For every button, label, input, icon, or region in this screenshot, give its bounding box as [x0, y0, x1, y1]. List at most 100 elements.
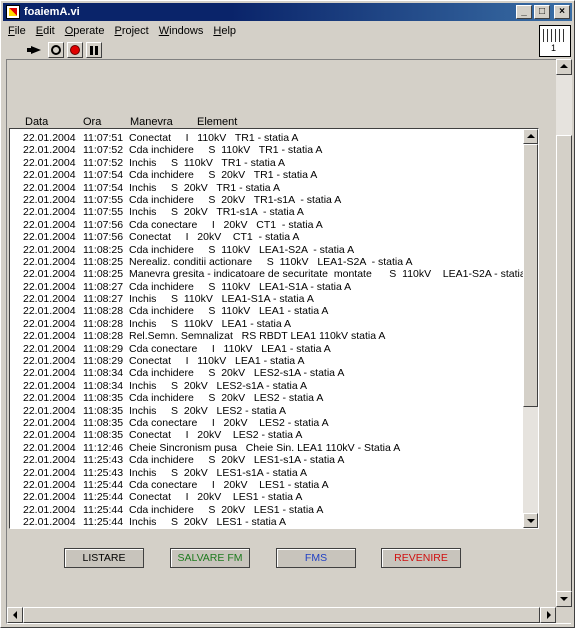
log-row[interactable]: 22.01.2004 11:08:27 Cda inchidere S 110kV … — [23, 281, 523, 293]
log-text: Inchis S 20kV LES1 - statia A — [129, 516, 286, 529]
log-date: 22.01.2004 — [23, 305, 76, 318]
log-date: 22.01.2004 — [23, 367, 76, 380]
log-row[interactable]: 22.01.2004 11:25:44 Inchis S 20kV LES1 - s… — [23, 516, 523, 528]
window-scroll-right-button[interactable] — [540, 607, 556, 623]
log-time: 11:08:27 — [83, 293, 124, 306]
log-row[interactable]: 22.01.2004 11:08:34 Inchis S 20kV LES2-s1A… — [23, 380, 523, 392]
pause-icon[interactable] — [86, 41, 102, 58]
window-vertical-scrollbar[interactable] — [556, 59, 572, 607]
log-time: 11:25:43 — [83, 454, 124, 467]
log-text: Cda conectare I 20kV LES2 - statia A — [129, 416, 329, 429]
title-bar[interactable]: foaiemA.vi _ □ × — [3, 3, 572, 21]
log-row[interactable]: 22.01.2004 11:07:52 Inchis S 110kV TR1 - s… — [23, 157, 523, 169]
log-time: 11:25:44 — [83, 478, 124, 491]
menu-edit[interactable]: Edit — [31, 25, 60, 37]
maximize-button[interactable]: □ — [534, 5, 550, 19]
log-date: 22.01.2004 — [23, 243, 76, 256]
log-row[interactable]: 22.01.2004 11:08:35 Conectat I 20kV LES2 -… — [23, 429, 523, 441]
vi-connector-icon[interactable]: 1 — [539, 25, 571, 57]
log-row[interactable]: 22.01.2004 11:08:35 Inchis S 20kV LES2 - s… — [23, 405, 523, 417]
log-date: 22.01.2004 — [23, 491, 76, 504]
run-continuously-icon[interactable] — [48, 41, 64, 58]
log-row[interactable]: 22.01.2004 11:07:54 Cda inchidere S 20kV T… — [23, 169, 523, 181]
run-arrow-icon[interactable] — [27, 42, 45, 58]
log-date: 22.01.2004 — [23, 429, 76, 442]
log-row[interactable]: 22.01.2004 11:25:44 Cda conectare I 20kV L… — [23, 479, 523, 491]
log-date: 22.01.2004 — [23, 206, 76, 219]
log-row[interactable]: 22.01.2004 11:08:34 Cda inchidere S 20kV L… — [23, 367, 523, 379]
log-time: 11:08:34 — [83, 379, 124, 392]
log-date: 22.01.2004 — [23, 231, 76, 244]
log-row[interactable]: 22.01.2004 11:07:55 Cda inchidere S 20kV T… — [23, 194, 523, 206]
window-scroll-left-button[interactable] — [7, 607, 23, 623]
log-row[interactable]: 22.01.2004 11:25:44 Cda inchidere S 20kV L… — [23, 504, 523, 516]
vi-icon-label: 1 — [551, 43, 557, 53]
log-time: 11:08:28 — [83, 330, 124, 343]
log-text: Conectat I 20kV LES1 - statia A — [129, 491, 303, 504]
log-row[interactable]: 22.01.2004 11:08:27 Inchis S 110kV LEA1-S1… — [23, 293, 523, 305]
log-row[interactable]: 22.01.2004 11:08:25 Nerealiz. conditii act… — [23, 256, 523, 268]
header-manevra: Manevra — [130, 116, 173, 128]
log-time: 11:07:54 — [83, 181, 124, 194]
log-row[interactable]: 22.01.2004 11:25:43 Inchis S 20kV LES1-s1A… — [23, 467, 523, 479]
log-text: Cda conectare I 20kV LES1 - statia A — [129, 478, 329, 491]
log-date: 22.01.2004 — [23, 181, 76, 194]
log-row[interactable]: 22.01.2004 11:07:56 Cda conectare I 20kV C… — [23, 219, 523, 231]
log-scrollbar[interactable] — [523, 129, 538, 528]
menu-file[interactable]: File — [3, 25, 31, 37]
scroll-thumb[interactable] — [523, 144, 538, 407]
menu-operate[interactable]: Operate — [60, 25, 110, 37]
window-scroll-thumb[interactable] — [556, 135, 572, 607]
log-text: Inchis S 20kV TR1 - statia A — [129, 181, 280, 194]
log-date: 22.01.2004 — [23, 268, 76, 281]
log-time: 11:07:56 — [83, 231, 124, 244]
log-row[interactable]: 22.01.2004 11:08:28 Rel.Semn. Semnalizat R… — [23, 330, 523, 342]
log-row[interactable]: 22.01.2004 11:25:43 Cda inchidere S 20kV L… — [23, 454, 523, 466]
log-row[interactable]: 22.01.2004 11:07:55 Inchis S 20kV TR1-s1A … — [23, 206, 523, 218]
scroll-down-button[interactable] — [523, 513, 538, 528]
window-horizontal-scrollbar[interactable] — [7, 607, 556, 623]
log-row[interactable]: 22.01.2004 11:07:52 Cda inchidere S 110kV … — [23, 144, 523, 156]
menu-windows[interactable]: Windows — [154, 25, 209, 37]
log-row[interactable]: 22.01.2004 11:08:25 Manevra gresita - indi… — [23, 268, 535, 281]
event-log-listbox[interactable]: 22.01.2004 11:07:51 Conectat I 110kV TR1 -… — [9, 128, 539, 529]
salvare-fm-button[interactable]: SALVARE FM — [170, 548, 250, 568]
log-row[interactable]: 22.01.2004 11:08:28 Cda inchidere S 110kV … — [23, 305, 523, 317]
log-row[interactable]: 22.01.2004 11:08:29 Conectat I 110kV LEA1 … — [23, 355, 523, 367]
window-controls: _ □ × — [516, 5, 570, 19]
log-row[interactable]: 22.01.2004 11:07:51 Conectat I 110kV TR1 -… — [23, 132, 523, 144]
log-row[interactable]: 22.01.2004 11:25:44 Conectat I 20kV LES1 -… — [23, 491, 523, 503]
log-time: 11:25:44 — [83, 516, 124, 529]
resize-grip[interactable] — [556, 607, 572, 623]
listare-button[interactable]: LISTARE — [64, 548, 144, 568]
close-button[interactable]: × — [554, 5, 570, 19]
log-row[interactable]: 22.01.2004 11:08:28 Inchis S 110kV LEA1 - … — [23, 318, 523, 330]
log-date: 22.01.2004 — [23, 478, 76, 491]
log-row[interactable]: 22.01.2004 11:08:29 Cda conectare I 110kV … — [23, 343, 523, 355]
log-text: Conectat I 110kV TR1 - statia A — [129, 132, 299, 144]
scroll-up-button[interactable] — [523, 129, 538, 144]
window-scroll-down-button[interactable] — [556, 591, 572, 607]
fms-button[interactable]: FMS — [276, 548, 356, 568]
log-text: Inchis S 20kV TR1-s1A - statia A — [129, 206, 304, 219]
window-hscroll-thumb[interactable] — [23, 607, 540, 623]
header-data: Data — [25, 116, 49, 128]
abort-stop-icon[interactable] — [67, 41, 83, 58]
menu-help[interactable]: Help — [208, 25, 241, 37]
log-text: Cheie Sincronism pusa Cheie Sin. LEA1 11… — [129, 441, 401, 454]
log-time: 11:07:56 — [83, 218, 124, 231]
log-time: 11:12:46 — [83, 441, 124, 454]
log-date: 22.01.2004 — [23, 379, 76, 392]
log-row[interactable]: 22.01.2004 11:12:46 Cheie Sincronism pusa … — [23, 442, 523, 454]
revenire-button[interactable]: REVENIRE — [381, 548, 461, 568]
minimize-button[interactable]: _ — [516, 5, 532, 19]
window-scroll-up-button[interactable] — [556, 59, 572, 75]
log-row[interactable]: 22.01.2004 11:08:35 Cda inchidere S 20kV L… — [23, 392, 523, 404]
log-time: 11:08:28 — [83, 317, 124, 330]
log-time: 11:08:25 — [83, 243, 124, 256]
log-row[interactable]: 22.01.2004 11:08:25 Cda inchidere S 110kV … — [23, 244, 523, 256]
menu-project[interactable]: Project — [109, 25, 153, 37]
log-row[interactable]: 22.01.2004 11:08:35 Cda conectare I 20kV L… — [23, 417, 523, 429]
log-row[interactable]: 22.01.2004 11:07:56 Conectat I 20kV CT1 - … — [23, 231, 523, 243]
log-row[interactable]: 22.01.2004 11:07:54 Inchis S 20kV TR1 - st… — [23, 182, 523, 194]
